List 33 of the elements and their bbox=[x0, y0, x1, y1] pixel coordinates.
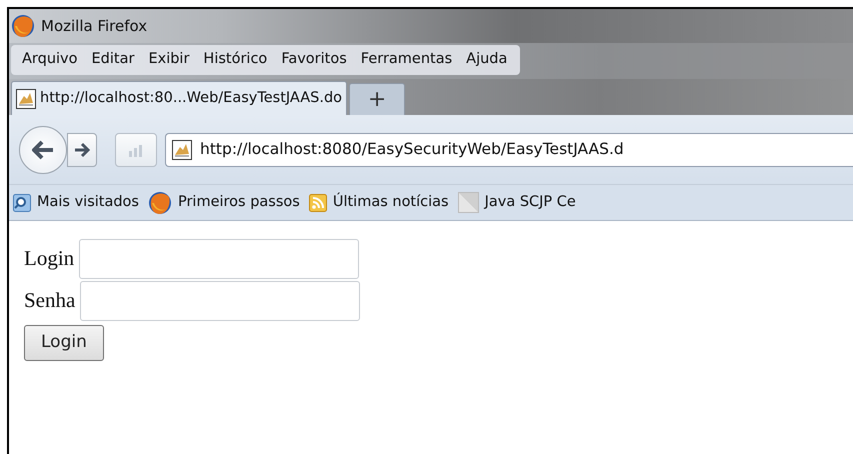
browser-tab[interactable]: http://localhost:80...Web/EasyTestJAAS.do bbox=[11, 81, 348, 115]
field-label: Login bbox=[24, 245, 74, 272]
signal-bars-icon bbox=[128, 142, 144, 156]
firefox-icon bbox=[148, 190, 172, 214]
menu-item[interactable]: Ferramentas bbox=[354, 49, 460, 71]
bookmark-item[interactable]: Mais visitados bbox=[13, 192, 142, 214]
new-tab-button[interactable]: + bbox=[349, 83, 406, 115]
bookmark-item[interactable]: Java SCJP Ce bbox=[458, 192, 579, 214]
text-field[interactable] bbox=[80, 281, 360, 321]
menu-item[interactable]: Ajuda bbox=[459, 49, 514, 71]
blank-page-icon bbox=[458, 192, 479, 213]
menu-item[interactable]: Arquivo bbox=[15, 49, 85, 71]
search-icon bbox=[13, 194, 31, 212]
rss-feed-icon bbox=[308, 194, 327, 212]
bookmark-item[interactable]: Primeiros passos bbox=[148, 190, 303, 214]
field-label: Senha bbox=[24, 287, 76, 314]
window-title: Mozilla Firefox bbox=[41, 16, 148, 37]
menu-item[interactable]: Exibir bbox=[141, 49, 196, 71]
firefox-icon bbox=[11, 14, 35, 38]
menu-item[interactable]: Histórico bbox=[196, 49, 274, 71]
text-field[interactable] bbox=[79, 239, 360, 279]
page-icon bbox=[16, 88, 36, 108]
signal-button[interactable] bbox=[115, 132, 157, 166]
bookmark-item[interactable]: Últimas notícias bbox=[308, 192, 452, 214]
forward-arrow-icon bbox=[74, 142, 90, 158]
back-arrow-icon bbox=[32, 140, 54, 160]
address-field[interactable]: http://localhost:8080/EasySecurityWeb/EasyTestJAAS.d bbox=[165, 132, 853, 166]
back-button[interactable] bbox=[19, 126, 67, 174]
menu-item[interactable]: Editar bbox=[84, 49, 142, 71]
page-icon bbox=[172, 140, 192, 160]
forward-button[interactable] bbox=[67, 132, 97, 166]
menu-item[interactable]: Favoritos bbox=[274, 49, 354, 71]
login-button[interactable]: Login bbox=[24, 325, 104, 361]
